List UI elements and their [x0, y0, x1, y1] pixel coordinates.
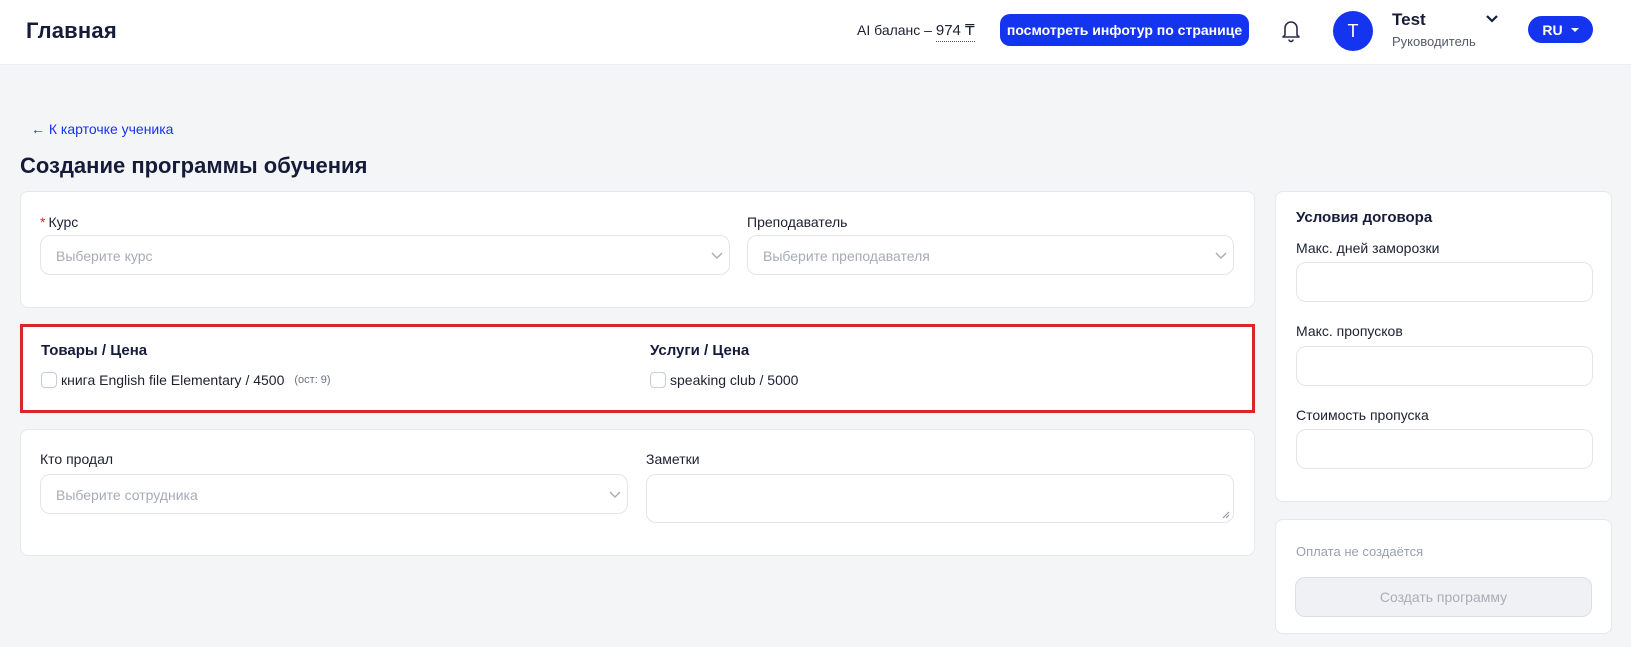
ai-balance: AI баланс – 974 ₸	[857, 21, 975, 42]
chevron-down-icon	[711, 252, 723, 259]
sale-card: Кто продал Выберите сотрудника Заметки	[20, 429, 1255, 556]
payment-note: Оплата не создаётся	[1296, 544, 1424, 559]
chevron-down-icon[interactable]	[1484, 12, 1500, 26]
absence-cost-input[interactable]	[1296, 429, 1593, 469]
top-header: Главная AI баланс – 974 ₸ посмотреть инф…	[0, 0, 1631, 65]
notes-textarea[interactable]	[646, 474, 1234, 523]
notes-label: Заметки	[646, 451, 700, 467]
resize-grip-icon[interactable]	[1222, 511, 1230, 519]
teacher-label: Преподаватель	[747, 214, 848, 230]
goods-item-label: книга English file Elementary / 4500	[61, 372, 285, 388]
back-to-student-link[interactable]: ← К карточке ученика	[31, 121, 173, 137]
goods-title: Товары / Цена	[41, 342, 148, 359]
absence-cost-label: Стоимость пропуска	[1296, 407, 1429, 423]
goods-item-stock: (ост: 9)	[294, 374, 331, 386]
course-card: * Курс Выберите курс Преподаватель Выбери…	[20, 191, 1255, 308]
course-select[interactable]: Выберите курс	[40, 235, 730, 275]
services-title: Услуги / Цена	[650, 342, 750, 359]
service-item-checkbox[interactable]	[650, 372, 666, 388]
seller-label: Кто продал	[40, 451, 114, 467]
max-absences-label: Макс. пропусков	[1296, 323, 1403, 339]
ai-balance-amount: 974 ₸	[935, 22, 975, 42]
goods-services-block: Товары / Цена книга English file Element…	[20, 324, 1255, 413]
user-role: Руководитель	[1392, 34, 1476, 49]
create-program-button[interactable]: Создать программу	[1295, 577, 1592, 617]
contract-card: Условия договора Макс. дней заморозки Ма…	[1275, 191, 1612, 502]
goods-item-checkbox[interactable]	[41, 372, 57, 388]
seller-select[interactable]: Выберите сотрудника	[40, 474, 628, 514]
language-label: RU	[1542, 21, 1563, 38]
avatar[interactable]: T	[1333, 11, 1373, 51]
max-freeze-days-label: Макс. дней заморозки	[1296, 240, 1440, 256]
goods-item[interactable]: книга English file Elementary / 4500 (ос…	[41, 372, 331, 388]
max-freeze-days-input[interactable]	[1296, 262, 1593, 302]
user-name[interactable]: Test	[1392, 10, 1426, 30]
max-absences-input[interactable]	[1296, 346, 1593, 386]
teacher-select[interactable]: Выберите преподавателя	[747, 235, 1234, 275]
avatar-letter: T	[1347, 20, 1359, 41]
required-asterisk: *	[40, 214, 46, 230]
language-selector[interactable]: RU	[1528, 16, 1593, 43]
chevron-down-icon	[1215, 252, 1227, 259]
service-item[interactable]: speaking club / 5000	[650, 372, 798, 388]
contract-title: Условия договора	[1296, 209, 1433, 226]
course-label: * Курс	[40, 214, 79, 230]
teacher-placeholder: Выберите преподавателя	[763, 248, 930, 264]
bell-icon[interactable]	[1279, 17, 1303, 43]
ai-balance-label: AI баланс –	[857, 22, 932, 38]
page-logo-title[interactable]: Главная	[26, 18, 117, 44]
page-title: Создание программы обучения	[20, 153, 368, 178]
chevron-down-icon	[609, 491, 621, 498]
seller-placeholder: Выберите сотрудника	[56, 487, 198, 503]
caret-down-icon	[1570, 27, 1579, 32]
course-placeholder: Выберите курс	[56, 248, 153, 264]
info-tour-button[interactable]: посмотреть инфотур по странице	[1000, 14, 1249, 46]
service-item-label: speaking club / 5000	[670, 372, 799, 388]
